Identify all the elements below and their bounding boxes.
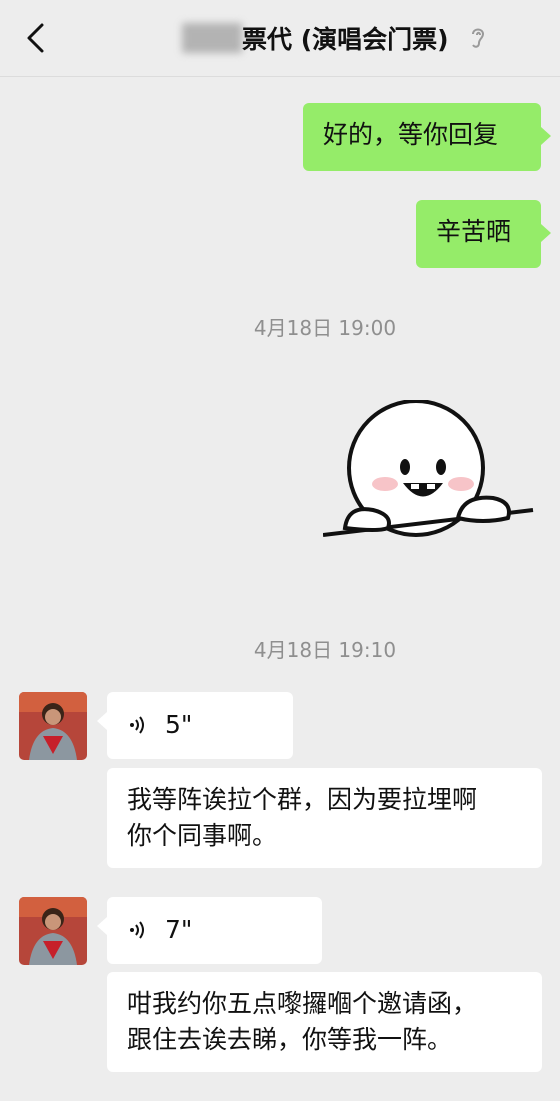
message-text-line: 你个同事啊。: [127, 821, 278, 850]
voice-wave-icon: [130, 716, 144, 734]
voice-wave-icon: [130, 921, 144, 939]
chat-title: 票代 (演唱会门票): [242, 25, 449, 54]
avatar[interactable]: [19, 692, 87, 760]
voice-duration: 7": [164, 915, 193, 944]
redacted-name: [182, 23, 242, 53]
message-text: 好的，等你回复: [323, 120, 499, 149]
message-text-line: 我等阵诶拉个群，因为要拉埋啊: [127, 785, 478, 814]
back-chevron-icon[interactable]: [22, 22, 52, 54]
smiley-sticker[interactable]: [323, 400, 538, 585]
sent-message[interactable]: 辛苦晒: [416, 200, 551, 268]
received-message[interactable]: 咁我约你五点嚟攞嗰个邀请函， 跟住去诶去睇，你等我一阵。: [107, 972, 542, 1072]
avatar[interactable]: [19, 897, 87, 965]
voice-duration: 5": [164, 710, 193, 739]
message-text: 辛苦晒: [436, 217, 512, 246]
sent-message[interactable]: 好的，等你回复: [303, 103, 551, 171]
ear-icon: [472, 28, 485, 48]
message-text-line: 跟住去诶去睇，你等我一阵。: [127, 1025, 453, 1054]
received-message[interactable]: 我等阵诶拉个群，因为要拉埋啊 你个同事啊。: [107, 768, 542, 868]
voice-message[interactable]: 7": [97, 897, 322, 964]
timestamp: 4月18日 19:00: [253, 316, 397, 340]
timestamp: 4月18日 19:10: [253, 638, 397, 662]
nav-bar: 票代 (演唱会门票): [0, 0, 560, 77]
voice-message[interactable]: 5": [97, 692, 293, 759]
message-text-line: 咁我约你五点嚟攞嗰个邀请函，: [127, 989, 478, 1018]
